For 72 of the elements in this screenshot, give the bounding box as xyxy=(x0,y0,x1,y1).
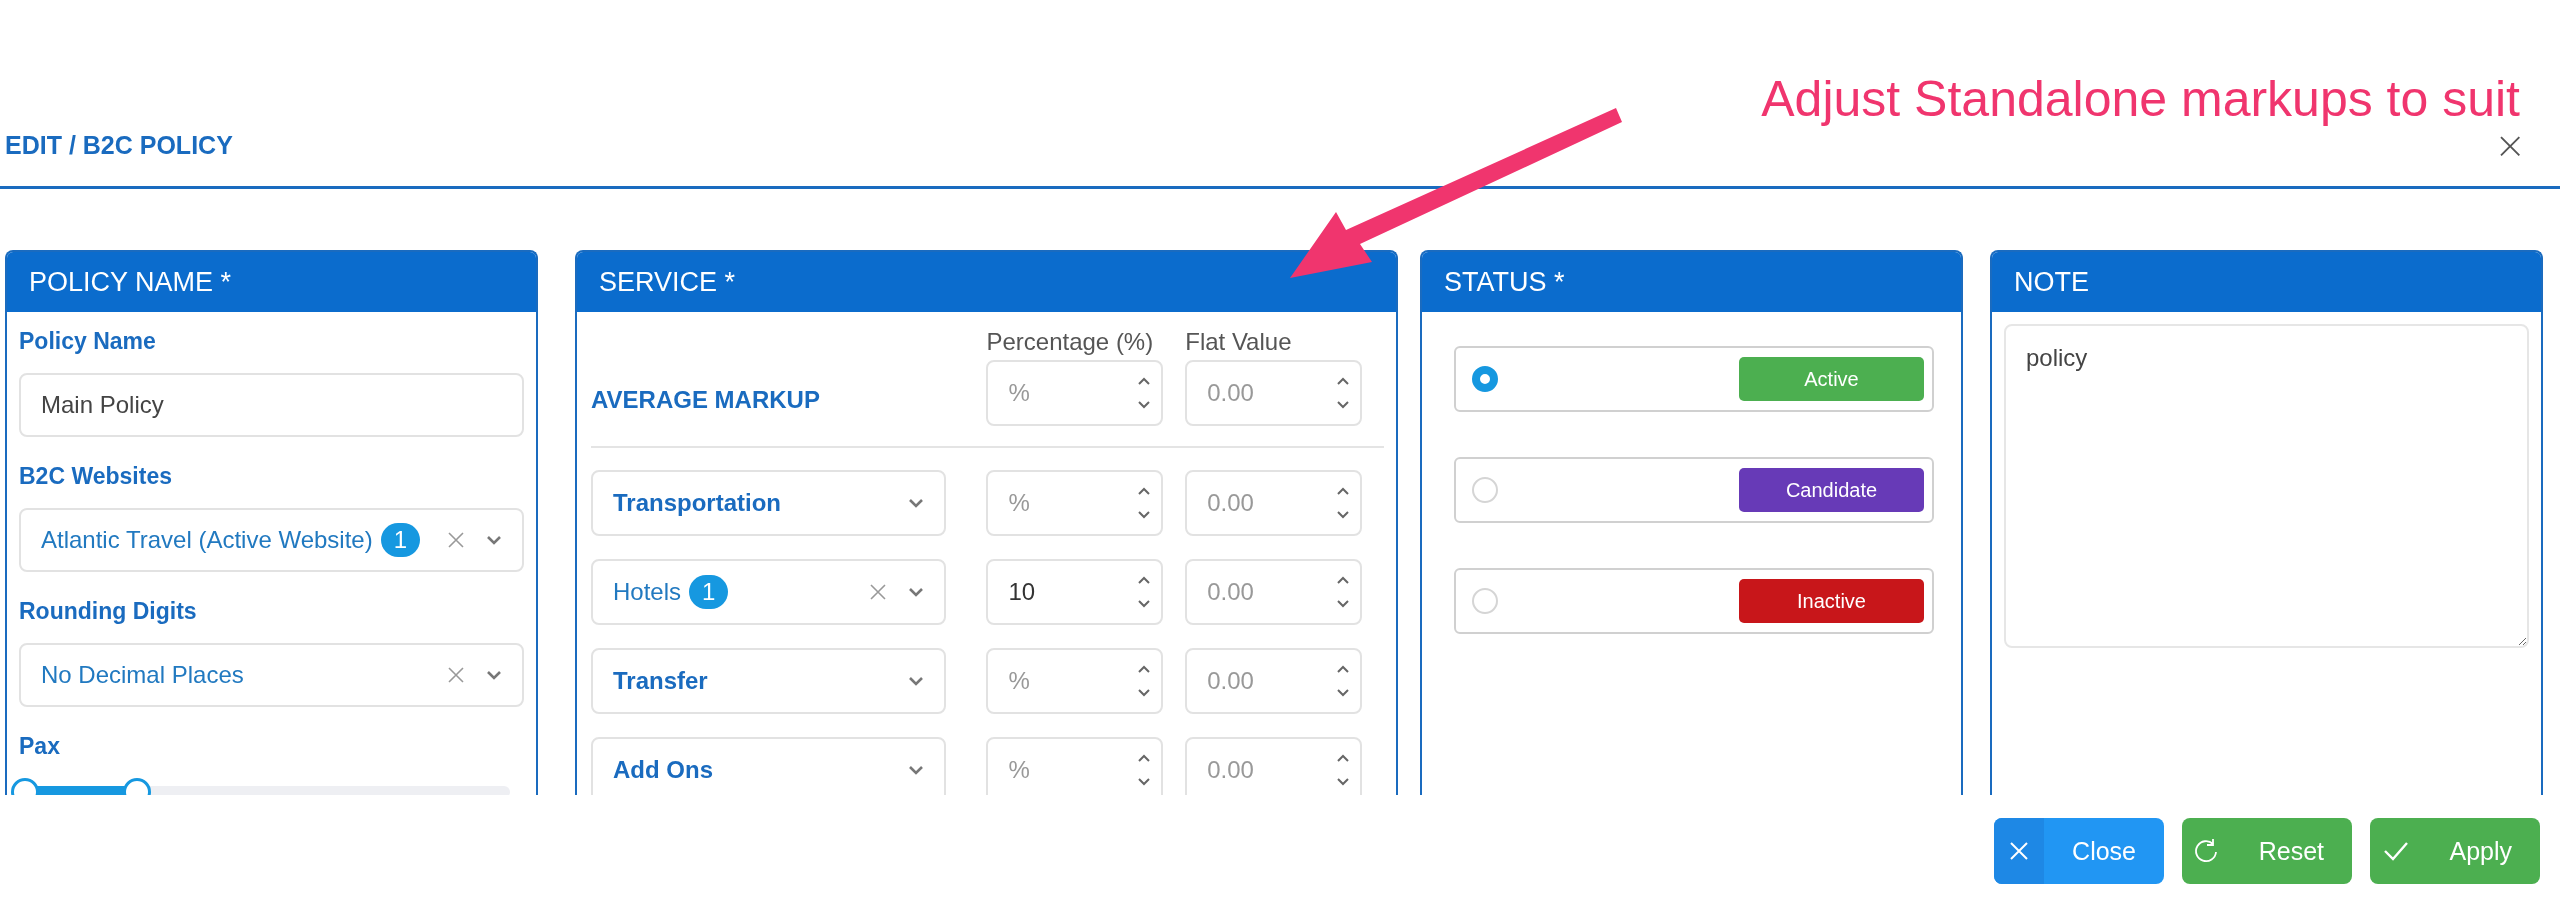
status-badge: Candidate xyxy=(1739,468,1924,512)
column-header: Flat Value xyxy=(1185,328,1293,356)
select-value: Atlantic Travel (Active Website) xyxy=(41,526,373,554)
chevron-down-icon[interactable] xyxy=(908,587,925,597)
reset-button[interactable]: Reset xyxy=(2182,818,2352,884)
websites-select[interactable]: Atlantic Travel (Active Website) 1 xyxy=(19,508,524,572)
spinner-icon[interactable] xyxy=(1336,375,1350,411)
radio-button[interactable] xyxy=(1472,366,1498,392)
number-field[interactable]: 0.00 xyxy=(1185,648,1362,714)
field-label: Policy Name xyxy=(19,328,157,355)
close-icon xyxy=(2008,840,2031,862)
field-label: Pax xyxy=(19,733,61,760)
field-label: B2C Websites xyxy=(19,463,173,490)
number-field[interactable]: % xyxy=(986,737,1164,795)
panel-header: STATUS * xyxy=(1422,252,1961,312)
field-label: Rounding Digits xyxy=(19,598,198,625)
annotation-text: Adjust Standalone markups to suit xyxy=(1761,70,2520,128)
close-button[interactable]: × xyxy=(2490,126,2530,164)
select-value: Hotels xyxy=(613,578,682,606)
dialog-title: EDIT / B2C POLICY xyxy=(5,130,233,160)
status-badge: Inactive xyxy=(1739,579,1924,623)
panel-header: POLICY NAME * xyxy=(7,252,536,312)
chevron-down-icon[interactable] xyxy=(486,670,502,680)
number-field[interactable]: 0.00 xyxy=(1185,737,1362,795)
apply-button[interactable]: Apply xyxy=(2370,818,2540,884)
panel-header: NOTE xyxy=(1992,252,2541,312)
check-icon xyxy=(2381,840,2410,862)
select-placeholder: Transfer xyxy=(613,667,708,695)
number-field[interactable]: % xyxy=(986,360,1164,426)
panel-header: SERVICE * xyxy=(577,252,1396,312)
note-field[interactable]: policy xyxy=(2004,324,2529,648)
spinner-icon[interactable] xyxy=(1137,663,1152,699)
clear-icon[interactable] xyxy=(446,530,466,550)
chevron-down-icon[interactable] xyxy=(908,498,925,508)
number-field[interactable]: 0.00 xyxy=(1185,470,1362,536)
service-select[interactable]: Transfer xyxy=(591,648,947,714)
refresh-icon xyxy=(2193,838,2220,864)
status-option[interactable]: Inactive xyxy=(1454,568,1934,634)
service-select[interactable]: Hotels 1 xyxy=(591,559,947,625)
spinner-icon[interactable] xyxy=(1336,663,1350,699)
chevron-down-icon[interactable] xyxy=(908,676,925,686)
select-value: No Decimal Places xyxy=(41,661,244,689)
policy-name-field[interactable]: Main Policy xyxy=(19,373,524,437)
status-option[interactable]: Candidate xyxy=(1454,457,1934,523)
service-select[interactable]: Transportation xyxy=(591,470,947,536)
status-badge: Active xyxy=(1739,357,1924,401)
chevron-down-icon[interactable] xyxy=(486,535,502,545)
number-field[interactable]: 10 xyxy=(986,559,1164,625)
number-field[interactable]: % xyxy=(986,648,1164,714)
chevron-down-icon[interactable] xyxy=(908,765,925,775)
spinner-icon[interactable] xyxy=(1137,574,1152,610)
spinner-icon[interactable] xyxy=(1137,752,1152,788)
count-badge: 1 xyxy=(380,523,421,557)
number-field[interactable]: 0.00 xyxy=(1185,559,1362,625)
service-select[interactable]: Add Ons xyxy=(591,737,947,795)
count-badge: 1 xyxy=(689,575,729,609)
average-markup-label: AVERAGE MARKUP xyxy=(591,386,820,414)
rounding-select[interactable]: No Decimal Places xyxy=(19,643,524,707)
clear-icon[interactable] xyxy=(446,665,466,685)
spinner-icon[interactable] xyxy=(1336,574,1350,610)
close-button[interactable]: Close xyxy=(1994,818,2164,884)
spinner-icon[interactable] xyxy=(1336,752,1350,788)
column-header: Percentage (%) xyxy=(986,328,1155,356)
spinner-icon[interactable] xyxy=(1137,375,1152,411)
select-placeholder: Add Ons xyxy=(613,756,713,784)
spinner-icon[interactable] xyxy=(1336,485,1350,521)
spinner-icon[interactable] xyxy=(1137,485,1152,521)
number-field[interactable]: % xyxy=(986,470,1164,536)
select-placeholder: Transportation xyxy=(613,489,781,517)
status-option[interactable]: Active xyxy=(1454,346,1934,412)
number-field[interactable]: 0.00 xyxy=(1185,360,1362,426)
clear-icon[interactable] xyxy=(868,582,889,602)
